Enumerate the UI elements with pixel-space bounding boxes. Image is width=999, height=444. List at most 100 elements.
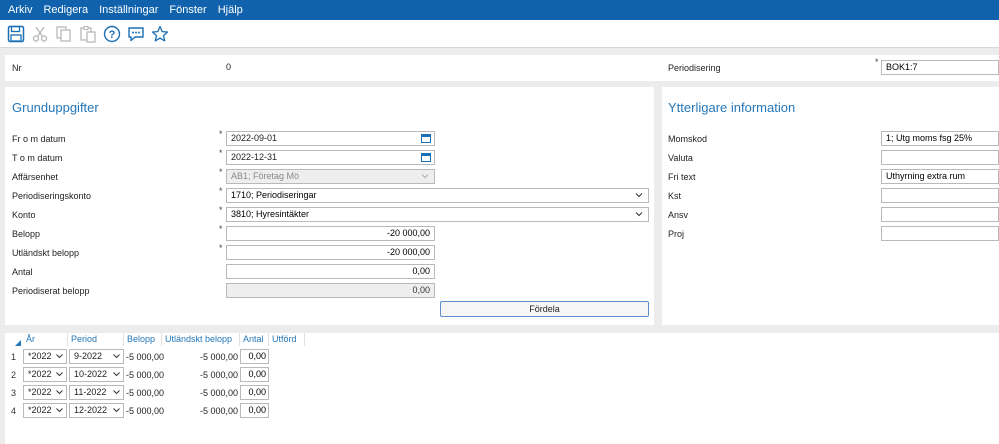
chevron-down-icon xyxy=(113,408,120,413)
belopp-cell[interactable]: -5 000,00 xyxy=(126,349,164,365)
col-header-utlandskt-belopp[interactable]: Utländskt belopp xyxy=(162,333,240,346)
utlandskt-belopp-label: Utländskt belopp xyxy=(12,248,80,258)
ar-select[interactable]: *2022 xyxy=(23,367,67,382)
periodisering-field[interactable]: BOK1:7 xyxy=(881,60,999,75)
periodiseringskonto-value: 1710; Periodiseringar xyxy=(231,190,317,200)
belopp-cell[interactable]: -5 000,00 xyxy=(126,385,164,401)
calendar-icon[interactable] xyxy=(421,153,431,162)
utlandskt-belopp-cell[interactable]: -5 000,00 xyxy=(162,349,238,365)
proj-field[interactable] xyxy=(881,226,999,241)
table-row[interactable]: 4 *2022 12-2022 -5 000,00 -5 000,00 0,00 xyxy=(5,402,305,420)
ar-value: *2022 xyxy=(28,369,52,379)
ansv-label: Ansv xyxy=(668,210,689,220)
col-header-belopp[interactable]: Belopp xyxy=(124,333,162,346)
help-icon[interactable]: ? xyxy=(101,23,123,45)
ar-select[interactable]: *2022 xyxy=(23,349,67,364)
col-header-antal[interactable]: Antal xyxy=(240,333,269,346)
kst-field[interactable] xyxy=(881,188,999,203)
row-number: 1 xyxy=(11,352,17,362)
chevron-down-icon xyxy=(421,174,429,179)
required-marker: * xyxy=(219,167,223,177)
antal-cell[interactable]: 0,00 xyxy=(240,403,269,418)
chevron-down-icon xyxy=(56,408,63,413)
ar-select[interactable]: *2022 xyxy=(23,403,67,418)
belopp-field[interactable]: -20 000,00 xyxy=(226,226,435,241)
comment-icon[interactable] xyxy=(125,23,147,45)
belopp-cell[interactable]: -5 000,00 xyxy=(126,403,164,419)
required-marker: * xyxy=(219,224,223,234)
tom-date-label: T o m datum xyxy=(12,153,63,163)
menu-bar: Arkiv Redigera Inställningar Fönster Hjä… xyxy=(0,0,999,20)
ansv-field[interactable] xyxy=(881,207,999,222)
chevron-down-icon xyxy=(113,354,120,359)
konto-select[interactable]: 3810; Hyresintäkter xyxy=(226,207,649,222)
svg-text:?: ? xyxy=(109,29,116,41)
utlandskt-belopp-cell[interactable]: -5 000,00 xyxy=(162,385,238,401)
antal-field[interactable]: 0,00 xyxy=(226,264,435,279)
period-value: 12-2022 xyxy=(74,405,108,415)
table-row[interactable]: 1 *2022 9-2022 -5 000,00 -5 000,00 0,00 xyxy=(5,348,305,366)
table-row[interactable]: 3 *2022 11-2022 -5 000,00 -5 000,00 0,00 xyxy=(5,384,305,402)
belopp-label: Belopp xyxy=(12,229,41,239)
favorite-icon[interactable] xyxy=(149,23,171,45)
proj-label: Proj xyxy=(668,229,685,239)
period-select[interactable]: 12-2022 xyxy=(69,403,124,418)
period-value: 9-2022 xyxy=(74,351,103,361)
menu-redigera[interactable]: Redigera xyxy=(43,4,88,16)
momskod-field[interactable]: 1; Utg moms fsg 25% xyxy=(881,131,999,146)
col-header-period[interactable]: Period xyxy=(68,333,124,346)
tom-date-field[interactable]: 2022-12-31 xyxy=(226,150,435,165)
utlandskt-belopp-cell[interactable]: -5 000,00 xyxy=(162,403,238,419)
table-row[interactable]: 2 *2022 10-2022 -5 000,00 -5 000,00 0,00 xyxy=(5,366,305,384)
menu-hjalp[interactable]: Hjälp xyxy=(218,4,243,16)
period-value: 10-2022 xyxy=(74,369,108,379)
row-number: 2 xyxy=(11,370,17,380)
chevron-down-icon[interactable] xyxy=(635,209,643,219)
ar-value: *2022 xyxy=(28,387,52,397)
period-select[interactable]: 10-2022 xyxy=(69,367,124,382)
save-icon[interactable] xyxy=(5,23,27,45)
period-select[interactable]: 9-2022 xyxy=(69,349,124,364)
col-header-ar[interactable]: År xyxy=(23,333,68,346)
required-marker: * xyxy=(219,205,223,215)
konto-label: Konto xyxy=(12,210,36,220)
from-date-field[interactable]: 2022-09-01 xyxy=(226,131,435,146)
menu-arkiv[interactable]: Arkiv xyxy=(8,4,32,16)
period-value: 11-2022 xyxy=(74,387,107,397)
period-select[interactable]: 11-2022 xyxy=(69,385,124,400)
copy-icon[interactable] xyxy=(53,23,75,45)
chevron-down-icon[interactable] xyxy=(635,190,643,200)
nr-value: 0 xyxy=(226,62,232,72)
menu-installningar[interactable]: Inställningar xyxy=(99,4,158,16)
row-number: 4 xyxy=(11,406,17,416)
cut-icon[interactable] xyxy=(29,23,51,45)
col-header-utford[interactable]: Utförd xyxy=(269,333,305,346)
antal-cell[interactable]: 0,00 xyxy=(240,385,269,400)
periodiseringskonto-label: Periodiseringskonto xyxy=(12,191,92,201)
periodiserat-belopp-label: Periodiserat belopp xyxy=(12,286,90,296)
fritext-field[interactable]: Uthyrning extra rum xyxy=(881,169,999,184)
calendar-icon[interactable] xyxy=(421,134,431,143)
chevron-down-icon xyxy=(56,390,63,395)
utlandskt-belopp-cell[interactable]: -5 000,00 xyxy=(162,367,238,383)
valuta-field[interactable] xyxy=(881,150,999,165)
ar-select[interactable]: *2022 xyxy=(23,385,67,400)
affarsenhet-label: Affärsenhet xyxy=(12,172,58,182)
fordela-button[interactable]: Fördela xyxy=(440,301,649,317)
sort-corner-icon[interactable] xyxy=(15,340,21,346)
nr-label: Nr xyxy=(12,63,22,73)
antal-cell[interactable]: 0,00 xyxy=(240,349,269,364)
paste-icon[interactable] xyxy=(77,23,99,45)
affarsenhet-value: AB1; Företag Mö xyxy=(231,171,300,181)
belopp-cell[interactable]: -5 000,00 xyxy=(126,367,164,383)
periodiseringskonto-select[interactable]: 1710; Periodiseringar xyxy=(226,188,649,203)
momskod-label: Momskod xyxy=(668,134,708,144)
utlandskt-belopp-field[interactable]: -20 000,00 xyxy=(226,245,435,260)
row-number: 3 xyxy=(11,388,17,398)
ytterligare-panel: Ytterligare information Momskod 1; Utg m… xyxy=(662,87,999,325)
menu-fonster[interactable]: Fönster xyxy=(169,4,206,16)
required-marker: * xyxy=(219,129,223,139)
antal-cell[interactable]: 0,00 xyxy=(240,367,269,382)
chevron-down-icon xyxy=(56,354,63,359)
required-marker: * xyxy=(219,186,223,196)
